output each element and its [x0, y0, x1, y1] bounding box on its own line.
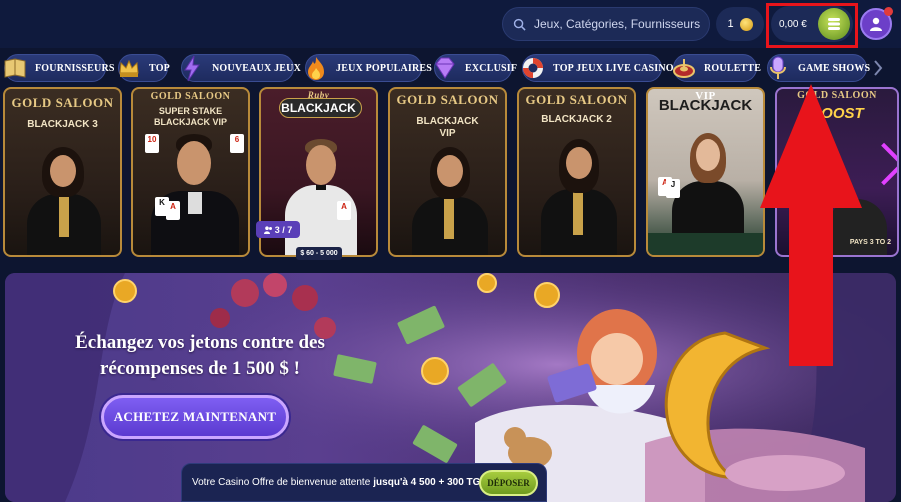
tile-title: GOLD SALOON: [11, 95, 114, 110]
tile-subtitle: BLACKJACK 3: [27, 119, 98, 130]
lifebuoy-icon: [523, 58, 543, 78]
category-nav: FOURNISSEURS TOP NOUVEAUX JEUX JEUX POPU…: [0, 52, 901, 84]
tile-title: BLACKJACK: [281, 101, 356, 115]
welcome-offer-bar: Votre Casino Offre de bienvenue attente …: [181, 463, 547, 502]
annotation-arrow-icon: [760, 84, 862, 366]
playing-card: 10: [145, 134, 159, 153]
tile-title: GOLD SALOON: [525, 92, 628, 107]
tile-subtitle: BLACKJACK 2: [541, 114, 612, 125]
dealer-collar: [188, 192, 202, 214]
buy-now-button[interactable]: ACHETEZ MAINTENANT: [101, 395, 289, 439]
deposit-button[interactable]: DÉPOSER: [479, 470, 538, 496]
game-tile[interactable]: GOLD SALOON SUPER STAKE BLACKJACK VIP 10…: [131, 87, 250, 257]
tile-subtitle: BLACKJACK: [416, 116, 479, 127]
nav-item-game-shows[interactable]: GAME SHOWS: [767, 54, 870, 82]
search-box[interactable]: [502, 7, 710, 41]
tile-subtitle: BLACKJACK: [658, 97, 753, 114]
search-icon: [513, 18, 526, 31]
lightning-icon: [184, 55, 200, 82]
dealer-vest: [573, 191, 583, 235]
book-icon: [4, 58, 26, 78]
coins-counter[interactable]: 1: [716, 7, 764, 41]
fire-icon: [308, 57, 324, 80]
welcome-text: Votre Casino Offre de bienvenue attente: [192, 477, 371, 488]
players-badge: 3 / 7: [256, 221, 300, 238]
players-count: 3 / 7: [274, 224, 293, 235]
tile-subtitle: VIP: [439, 128, 456, 139]
nav-item-providers[interactable]: FOURNISSEURS: [4, 54, 114, 82]
dealer-face: [437, 155, 463, 187]
nav-item-top[interactable]: TOP: [118, 54, 170, 82]
crown-icon: [119, 59, 139, 77]
tile-subtitle: BLACKJACK VIP: [153, 117, 227, 127]
game-tile[interactable]: VIP BLACKJACK A J: [646, 87, 765, 257]
nav-item-new-games[interactable]: NOUVEAUX JEUX: [181, 54, 301, 82]
nav-item-live-casino[interactable]: TOP JEUX LIVE CASINO: [522, 54, 674, 82]
user-icon: [870, 17, 882, 31]
playing-card: A: [337, 201, 351, 220]
dealer-face: [306, 145, 336, 185]
tile-title: GOLD SALOON: [396, 92, 499, 107]
dealer-face: [177, 141, 211, 185]
microphone-icon: [770, 56, 786, 79]
diamond-icon: [435, 57, 455, 79]
dealer-face: [696, 139, 720, 171]
top-bar: 1 0,00 €: [0, 0, 901, 48]
nav-scroll-right-arrow[interactable]: [872, 58, 884, 78]
dealer-vest: [444, 199, 454, 239]
search-input[interactable]: [534, 17, 704, 31]
tile-title: GOLD SALOON: [150, 91, 231, 102]
game-tile[interactable]: GOLD SALOON BLACKJACK VIP: [388, 87, 507, 257]
playing-card: J: [666, 179, 680, 198]
dealer-face: [566, 147, 592, 179]
avatar[interactable]: [860, 7, 893, 40]
table-felt: [648, 233, 763, 255]
notification-badge: [884, 7, 893, 16]
annotation-highlight-box: [766, 3, 858, 48]
nav-item-roulette[interactable]: ROULETTE: [673, 54, 761, 82]
nav-item-popular[interactable]: JEUX POPULAIRES: [305, 54, 432, 82]
dealer-bowtie: [316, 185, 326, 190]
coin-icon: [739, 17, 753, 31]
roulette-icon: [673, 59, 695, 78]
dealer-vest: [59, 197, 69, 237]
dealer-face: [50, 155, 76, 187]
playing-card: A: [166, 201, 180, 220]
welcome-highlight: jusqu'à 4 500 + 300 TG: [373, 477, 481, 488]
bet-limits-badge: $ 60 - 5 000: [296, 247, 342, 260]
players-icon: [263, 225, 272, 234]
coins-count: 1: [727, 18, 734, 30]
nav-item-exclusive[interactable]: EXCLUSIF: [434, 54, 517, 82]
game-tile[interactable]: GOLD SALOON BLACKJACK 3: [3, 87, 122, 257]
neon-arrow: [862, 142, 897, 186]
chevron-right-icon: [874, 60, 883, 76]
game-tile[interactable]: GOLD SALOON BLACKJACK 2: [517, 87, 636, 257]
banner-title: Échangez vos jetons contre des récompens…: [75, 332, 325, 379]
playing-card: 6: [230, 134, 244, 153]
tile-subtitle: SUPER STAKE: [158, 106, 223, 116]
